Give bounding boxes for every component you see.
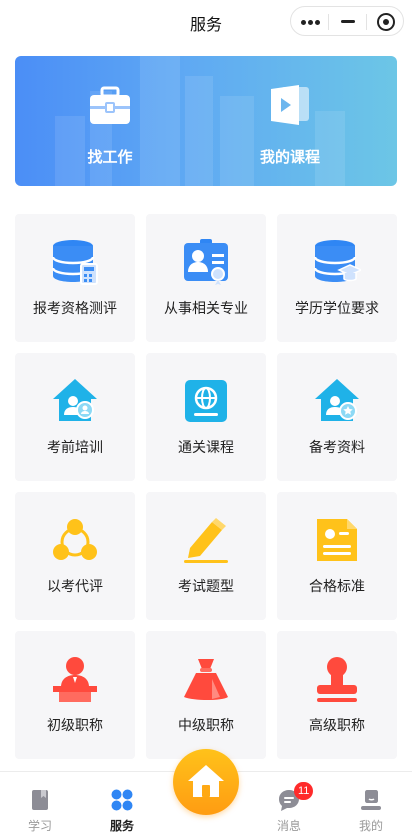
capsule-divider	[366, 14, 367, 30]
book-icon	[32, 790, 48, 810]
home-icon	[188, 765, 224, 797]
service-label: 报考资格测评	[33, 300, 117, 316]
tab-study[interactable]: 学习	[0, 772, 80, 836]
find-job-button[interactable]: 找工作	[35, 56, 185, 186]
tab-label: 服务	[109, 819, 134, 833]
tab-service[interactable]: 服务	[82, 772, 162, 836]
user-icon	[361, 790, 381, 810]
money-bag-icon	[184, 659, 228, 700]
my-courses-label: 我的课程	[259, 149, 320, 166]
service-intermediate-title[interactable]: 中级职称	[146, 631, 266, 759]
database-calculator-icon	[51, 240, 98, 285]
service-question-types[interactable]: 考试题型	[146, 492, 266, 620]
service-label: 合格标准	[309, 578, 365, 594]
pencil-icon	[184, 518, 228, 563]
service-junior-title[interactable]: 初级职称	[15, 631, 135, 759]
miniprogram-capsule	[290, 6, 404, 36]
service-qualification-assessment[interactable]: 报考资格测评	[15, 214, 135, 342]
briefcase-icon	[90, 86, 130, 124]
service-label: 高级职称	[309, 717, 365, 733]
service-label: 学历学位要求	[295, 300, 379, 316]
minimize-button[interactable]	[330, 7, 366, 37]
service-label: 初级职称	[47, 717, 103, 733]
database-graduation-icon	[313, 240, 361, 282]
globe-book-icon	[185, 380, 227, 422]
tab-label: 消息	[276, 819, 301, 833]
service-label: 从事相关专业	[164, 300, 248, 316]
find-job-label: 找工作	[87, 149, 133, 166]
service-related-major[interactable]: 从事相关专业	[146, 214, 266, 342]
home-button[interactable]	[173, 749, 239, 815]
service-education-requirement[interactable]: 学历学位要求	[277, 214, 397, 342]
close-miniprogram-button[interactable]	[368, 7, 404, 37]
dot-icon	[301, 20, 306, 25]
home-user-icon	[53, 379, 97, 421]
service-label: 通关课程	[178, 439, 234, 455]
tab-label: 我的	[358, 819, 383, 833]
more-menu-button[interactable]	[293, 7, 329, 37]
tab-label: 学习	[27, 819, 52, 833]
id-badge-icon	[184, 239, 228, 285]
service-label: 中级职称	[178, 717, 234, 733]
service-label: 备考资料	[309, 439, 365, 455]
service-label: 考试题型	[178, 578, 234, 594]
minus-icon	[341, 20, 355, 23]
dot-icon	[315, 20, 320, 25]
tab-mine[interactable]: 我的	[331, 772, 411, 836]
service-exam-instead-of-review[interactable]: 以考代评	[15, 492, 135, 620]
service-banner: 找工作 我的课程	[15, 56, 397, 186]
stamp-icon	[317, 657, 357, 702]
tab-messages[interactable]: 消息	[249, 772, 329, 836]
service-pre-exam-training[interactable]: 考前培训	[15, 353, 135, 481]
share-network-icon	[53, 519, 97, 560]
document-icon	[317, 519, 357, 561]
building-decoration	[185, 76, 213, 186]
target-dot-icon	[383, 19, 389, 25]
capsule-divider	[328, 14, 329, 30]
home-badge-icon	[315, 379, 359, 421]
nav-bar: 服务	[0, 0, 412, 44]
service-pass-course[interactable]: 通关课程	[146, 353, 266, 481]
my-courses-button[interactable]: 我的课程	[215, 56, 365, 186]
dot-icon	[308, 20, 313, 25]
service-senior-title[interactable]: 高级职称	[277, 631, 397, 759]
service-label: 考前培训	[47, 439, 103, 455]
video-course-icon	[271, 85, 309, 125]
service-passing-standard[interactable]: 合格标准	[277, 492, 397, 620]
grid-icon	[111, 789, 133, 811]
service-study-materials[interactable]: 备考资料	[277, 353, 397, 481]
lecturer-icon	[53, 657, 97, 702]
service-label: 以考代评	[47, 578, 103, 594]
